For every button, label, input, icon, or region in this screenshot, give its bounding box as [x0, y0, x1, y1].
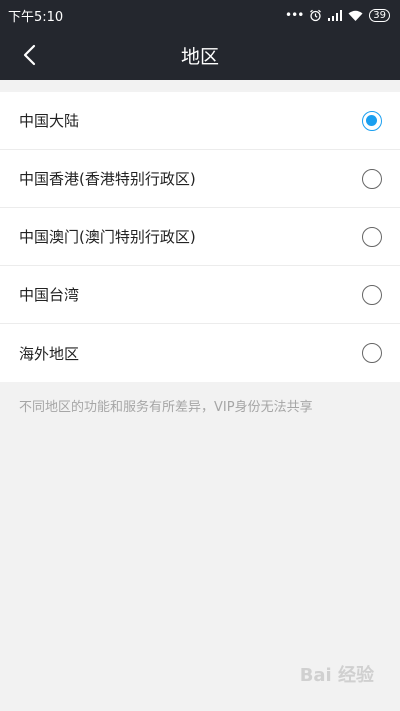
battery-icon: 39 — [369, 8, 390, 22]
region-note: 不同地区的功能和服务有所差异，VIP身份无法共享 — [19, 400, 313, 415]
region-label: 中国澳门(澳门特别行政区) — [19, 228, 196, 246]
region-option-mainland[interactable]: 中国大陆 — [0, 92, 400, 150]
status-icons: ••• 39 — [285, 8, 390, 22]
alarm-icon — [310, 9, 322, 21]
region-label: 海外地区 — [19, 344, 80, 363]
status-bar: 下午5:10 ••• 39 — [0, 0, 400, 30]
region-option-overseas[interactable]: 海外地区 — [0, 324, 400, 382]
signal-icon — [328, 9, 343, 21]
radio-checked-icon[interactable] — [362, 110, 382, 131]
header-bar: 地区 — [0, 30, 400, 80]
region-label: 中国台湾 — [19, 286, 80, 304]
region-option-taiwan[interactable]: 中国台湾 — [0, 266, 400, 324]
page-title: 地区 — [180, 45, 219, 68]
region-list: 中国大陆 中国香港(香港特别行政区) 中国澳门(澳门特别行政区) 中国台湾 海外… — [0, 92, 400, 382]
radio-unchecked-icon[interactable] — [362, 226, 382, 247]
radio-unchecked-icon[interactable] — [362, 284, 382, 305]
wifi-icon — [348, 10, 363, 21]
radio-unchecked-icon[interactable] — [362, 168, 382, 189]
status-time: 下午5:10 — [8, 9, 64, 25]
radio-unchecked-icon[interactable] — [362, 343, 382, 363]
region-option-macau[interactable]: 中国澳门(澳门特别行政区) — [0, 208, 400, 266]
region-label: 中国大陆 — [19, 112, 80, 130]
region-option-hongkong[interactable]: 中国香港(香港特别行政区) — [0, 150, 400, 208]
more-dots-icon: ••• — [285, 8, 304, 22]
region-label: 中国香港(香港特别行政区) — [19, 170, 196, 188]
spacer — [0, 80, 400, 92]
watermark-logo: Bai 经验 — [299, 665, 374, 686]
back-arrow-icon[interactable] — [20, 44, 42, 66]
